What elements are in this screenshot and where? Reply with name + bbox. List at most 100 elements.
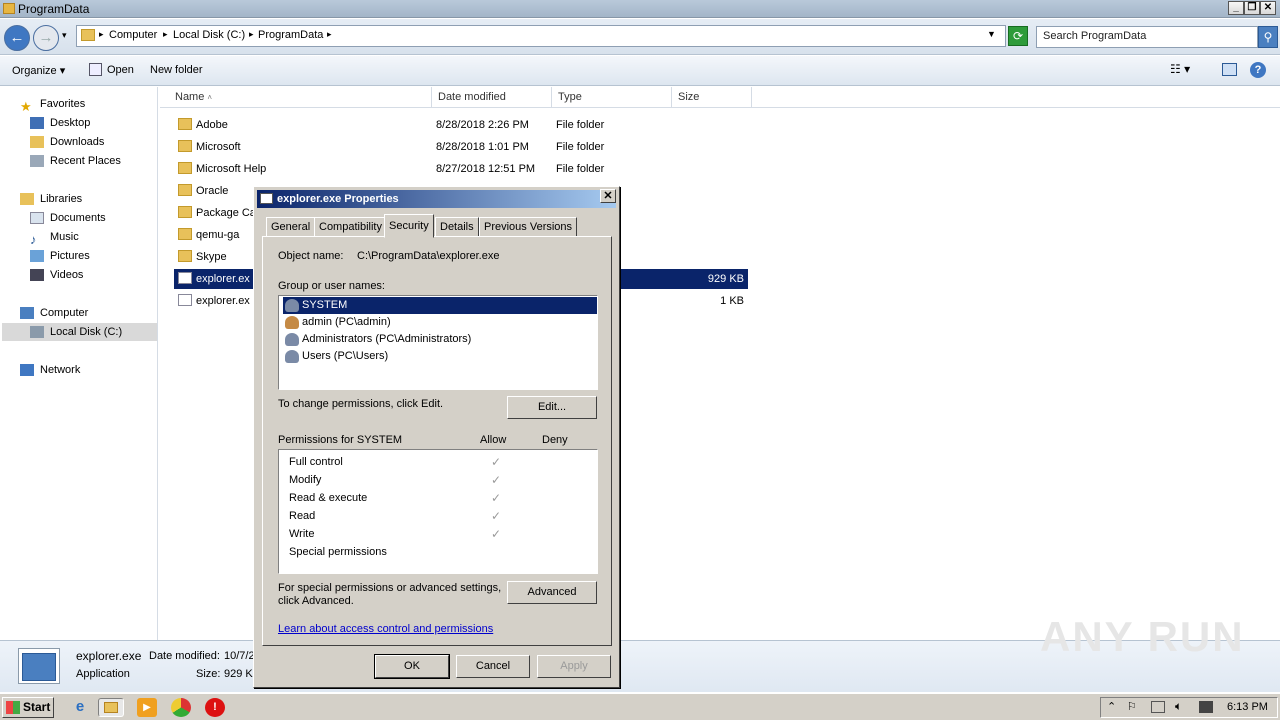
- table-row[interactable]: Adobe 8/28/2018 2:26 PM File folder: [174, 115, 624, 135]
- close-button[interactable]: ✕: [1260, 1, 1276, 15]
- tab-security[interactable]: Security: [384, 214, 434, 238]
- tab-general[interactable]: General: [266, 217, 316, 237]
- chevron-right-icon[interactable]: ▸: [327, 29, 332, 40]
- folder-icon: [178, 118, 192, 130]
- advanced-button[interactable]: Advanced: [507, 581, 597, 604]
- breadcrumb-programdata[interactable]: ProgramData: [258, 29, 323, 41]
- nav-libraries[interactable]: Libraries: [20, 190, 82, 208]
- user-item-administrators[interactable]: Administrators (PC\Administrators): [283, 331, 471, 348]
- refresh-button[interactable]: ⟳: [1008, 26, 1028, 46]
- user-item-system[interactable]: SYSTEM: [283, 297, 597, 314]
- file-name: Microsoft Help: [196, 163, 267, 175]
- address-box[interactable]: ▸ Computer ▸ Local Disk (C:) ▸ ProgramDa…: [76, 25, 1006, 47]
- table-row[interactable]: Microsoft 8/28/2018 1:01 PM File folder: [174, 137, 624, 157]
- security-app-icon[interactable]: !: [205, 698, 225, 717]
- allow-header: Allow: [480, 434, 507, 446]
- file-size: 1 KB: [720, 295, 744, 307]
- edit-button[interactable]: Edit...: [507, 396, 597, 419]
- nav-recent-places[interactable]: Recent Places: [30, 152, 121, 170]
- column-date[interactable]: Date modified: [432, 87, 552, 108]
- network-icon: [20, 364, 34, 377]
- clock[interactable]: 6:13 PM: [1227, 701, 1268, 713]
- nav-music-label: Music: [50, 231, 79, 243]
- dialog-close-button[interactable]: ✕: [600, 189, 616, 203]
- tab-previous-versions[interactable]: Previous Versions: [479, 217, 578, 237]
- organize-button[interactable]: Organize ▾: [12, 64, 65, 77]
- forward-button[interactable]: →: [33, 25, 59, 51]
- file-type: File folder: [556, 119, 605, 131]
- volume-icon[interactable]: 🔈︎: [1175, 699, 1182, 714]
- taskbar: Start e ▶ ! ⌃ ⚐ 🔈︎ 6:13 PM: [0, 693, 1280, 720]
- sort-ascending-icon: ˄: [207, 93, 213, 102]
- nav-videos[interactable]: Videos: [30, 266, 83, 284]
- cancel-button[interactable]: Cancel: [456, 655, 530, 678]
- user-list: SYSTEM admin (PC\admin) Administrators (…: [278, 295, 598, 390]
- internet-explorer-icon[interactable]: e: [70, 698, 90, 717]
- back-button[interactable]: ←: [4, 25, 30, 51]
- nav-downloads[interactable]: Downloads: [30, 133, 104, 151]
- file-icon: [178, 294, 192, 306]
- permission-row: Write ✓: [289, 525, 599, 543]
- nav-documents[interactable]: Documents: [30, 209, 106, 227]
- ok-button[interactable]: OK: [374, 654, 450, 679]
- table-row[interactable]: Microsoft Help 8/27/2018 12:51 PM File fol…: [174, 159, 624, 179]
- minimize-button[interactable]: _: [1228, 1, 1244, 15]
- open-button[interactable]: Open: [107, 64, 134, 76]
- chevron-right-icon[interactable]: ▸: [249, 29, 254, 40]
- search-icon[interactable]: ⚲: [1258, 26, 1278, 48]
- details-type: Application: [76, 668, 130, 680]
- nav-computer[interactable]: Computer: [20, 304, 88, 322]
- tab-compatibility[interactable]: Compatibility: [314, 217, 387, 237]
- breadcrumb-local-disk[interactable]: Local Disk (C:): [173, 29, 245, 41]
- user-label: SYSTEM: [302, 299, 348, 311]
- column-size[interactable]: Size: [672, 87, 752, 108]
- preview-pane-icon[interactable]: [1222, 63, 1237, 76]
- chevron-right-icon[interactable]: ▸: [163, 29, 168, 40]
- show-hidden-icons-icon[interactable]: ⌃: [1107, 700, 1116, 713]
- nav-downloads-label: Downloads: [50, 136, 105, 148]
- recent-pages-chevron-icon[interactable]: ▾: [62, 30, 67, 41]
- nav-videos-label: Videos: [50, 269, 84, 281]
- videos-icon: [30, 269, 44, 282]
- network-tray-icon[interactable]: [1151, 701, 1165, 713]
- search-input[interactable]: Search ProgramData: [1036, 26, 1258, 48]
- file-name: explorer.ex: [196, 295, 250, 307]
- details-pane: explorer.exe Date modified: 10/7/2 Appli…: [0, 613, 1280, 692]
- new-folder-button[interactable]: New folder: [150, 64, 203, 76]
- apply-button[interactable]: Apply: [537, 655, 611, 678]
- nav-pictures[interactable]: Pictures: [30, 247, 90, 265]
- chrome-icon[interactable]: [171, 698, 191, 717]
- start-button[interactable]: Start: [2, 697, 54, 718]
- explorer-taskbar-button[interactable]: [98, 698, 124, 717]
- help-icon[interactable]: ?: [1250, 62, 1266, 78]
- group-names-label: Group or user names:: [278, 280, 385, 292]
- column-name-label: Name: [175, 91, 205, 103]
- media-player-icon[interactable]: ▶: [137, 698, 157, 717]
- monitor-icon[interactable]: [1199, 701, 1213, 713]
- tab-details[interactable]: Details: [435, 217, 479, 237]
- navigation-pane: ★ Favorites Desktop Downloads Recent Plac…: [0, 87, 158, 640]
- learn-more-link[interactable]: Learn about access control and permissio…: [278, 623, 493, 635]
- permission-row: Full control ✓: [289, 453, 599, 471]
- nav-local-disk[interactable]: Local Disk (C:): [2, 323, 157, 341]
- nav-network[interactable]: Network: [20, 361, 80, 379]
- organize-label: Organize: [12, 65, 57, 77]
- nav-favorites[interactable]: ★ Favorites: [20, 95, 85, 114]
- security-tab-panel: Object name: C:\ProgramData\explorer.exe…: [262, 236, 612, 646]
- nav-music[interactable]: ♪ Music: [30, 228, 79, 247]
- maximize-button[interactable]: ❐: [1244, 1, 1260, 15]
- column-type[interactable]: Type: [552, 87, 672, 108]
- application-icon: [18, 648, 60, 684]
- address-dropdown-icon[interactable]: ▼: [987, 29, 996, 39]
- user-item-users[interactable]: Users (PC\Users): [283, 348, 388, 365]
- column-name[interactable]: Name ˄: [168, 87, 432, 108]
- views-icon[interactable]: ☷ ▾: [1170, 62, 1190, 76]
- breadcrumb-computer[interactable]: Computer: [109, 29, 157, 41]
- user-item-admin[interactable]: admin (PC\admin): [283, 314, 391, 331]
- chevron-right-icon[interactable]: ▸: [99, 29, 104, 40]
- nav-desktop[interactable]: Desktop: [30, 114, 90, 132]
- downloads-icon: [30, 136, 44, 149]
- action-center-flag-icon[interactable]: ⚐: [1127, 700, 1137, 713]
- user-label: Users (PC\Users): [302, 350, 389, 362]
- nav-libraries-label: Libraries: [40, 193, 83, 205]
